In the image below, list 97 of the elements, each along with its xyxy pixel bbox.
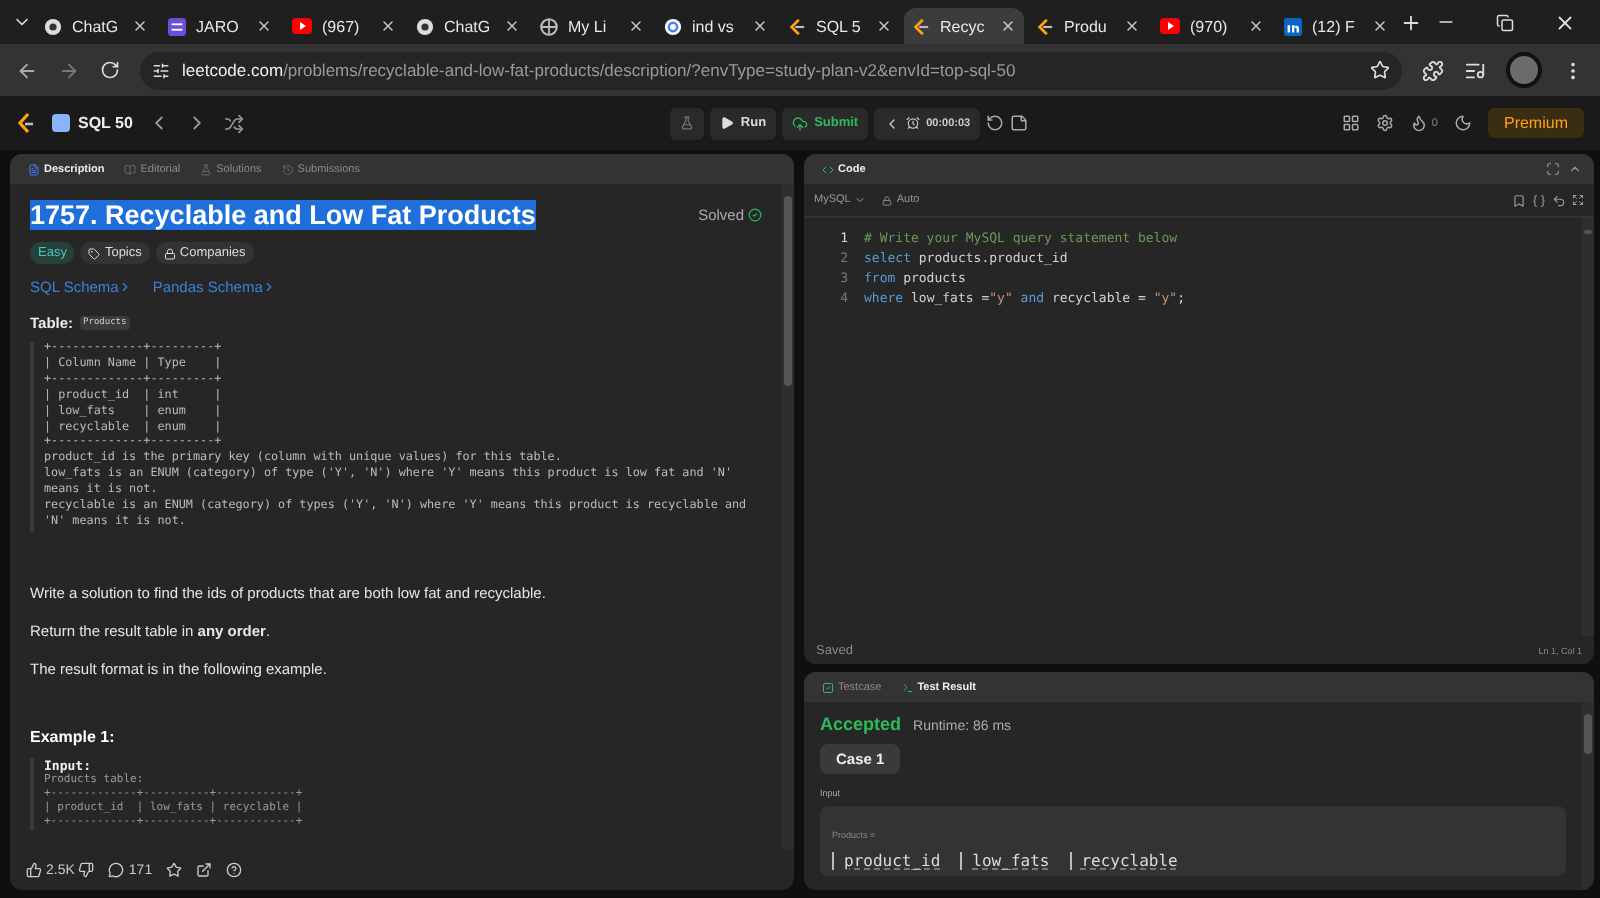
premium-button[interactable]: Premium [1487, 108, 1584, 138]
upload-icon [792, 115, 809, 131]
puzzle-icon[interactable] [1422, 59, 1444, 81]
lock-icon [163, 247, 176, 259]
alarm-clock-icon [906, 116, 921, 130]
shuffle-icon[interactable] [224, 113, 245, 133]
browser-tab[interactable]: (12) F [1276, 8, 1396, 44]
comment-icon[interactable] [108, 862, 125, 878]
help-icon[interactable] [226, 862, 243, 878]
debug-button[interactable] [670, 107, 705, 139]
maximize-icon[interactable] [1546, 162, 1560, 176]
table-header-cell: product_id [832, 852, 951, 870]
thumbs-down-icon[interactable] [78, 862, 95, 878]
globe-icon [540, 17, 558, 35]
close-icon[interactable] [752, 18, 768, 34]
lock-icon [882, 195, 893, 205]
tag-icon [88, 247, 101, 259]
share-icon[interactable] [196, 862, 213, 878]
chevron-right-icon [118, 280, 133, 294]
flask-icon [200, 163, 213, 175]
play-icon [292, 18, 312, 34]
document-icon [28, 163, 40, 175]
url-path: /problems/recyclable-and-low-fat-products/description/?envType=study-plan-v2&envId=top-sql-50 [283, 60, 1016, 80]
close-icon[interactable] [380, 18, 396, 34]
terminal-icon [901, 681, 914, 693]
browser-tab[interactable]: JARO [160, 8, 280, 44]
browser-tab[interactable]: (967) [284, 8, 404, 44]
restore-icon[interactable] [1496, 11, 1514, 33]
logo-icon[interactable] [16, 112, 36, 134]
browser-tab[interactable]: SQL 5 [780, 8, 900, 44]
table-header-cell: low_fats [960, 852, 1060, 870]
example-title: Example 1: [30, 727, 117, 746]
chevron-right-icon [262, 280, 277, 294]
chevron-logo-icon [788, 17, 806, 35]
avatar[interactable] [1506, 52, 1542, 88]
study-plan-icon [52, 114, 70, 132]
thumbs-up-icon[interactable] [26, 862, 42, 878]
forward-icon[interactable] [58, 59, 80, 81]
new-tab-button[interactable] [1400, 11, 1422, 33]
reset-icon[interactable] [986, 114, 1005, 132]
back-icon[interactable] [16, 59, 38, 81]
close-icon[interactable] [1000, 18, 1016, 34]
browser-tab[interactable]: Recyc [904, 8, 1024, 44]
code-icon [822, 163, 834, 175]
google-icon [664, 17, 682, 35]
browser-tab[interactable]: My Li [532, 8, 652, 44]
checkbox-icon [822, 681, 834, 693]
url-domain: leetcode.com [182, 60, 284, 80]
bookmark-icon[interactable] [1512, 193, 1526, 207]
flame-icon [1409, 114, 1428, 132]
flask-icon [680, 116, 695, 130]
browser-tab[interactable]: (970) [1152, 8, 1272, 44]
scrollbar[interactable] [782, 184, 794, 850]
braces-icon[interactable] [1532, 193, 1546, 207]
address-bar[interactable]: leetcode.com/problems/recyclable-and-low-fat-products/description/?envType=study-plan-v2&envId=top-sql-50 [140, 51, 1402, 89]
verdict: Accepted [820, 714, 902, 734]
chat-icon [416, 17, 434, 35]
plan-title[interactable]: SQL 50 [78, 114, 133, 132]
close-icon[interactable] [504, 18, 520, 34]
close-icon[interactable] [1248, 18, 1264, 34]
browser-tab[interactable]: Produ [1028, 8, 1148, 44]
play-icon [1160, 18, 1180, 34]
close-icon[interactable] [1372, 18, 1388, 34]
reload-icon[interactable] [100, 60, 120, 80]
history-icon [281, 163, 294, 175]
app-icon [168, 17, 186, 35]
scrollbar[interactable] [1582, 702, 1594, 890]
table-header-cell: recyclable [1069, 852, 1188, 870]
browser-tab[interactable]: ChatG [408, 8, 528, 44]
close-icon[interactable] [132, 18, 148, 34]
browser-tab[interactable]: ind vs [656, 8, 776, 44]
close-icon[interactable] [1124, 18, 1140, 34]
play-icon [720, 116, 735, 130]
star-icon[interactable] [166, 862, 183, 878]
problem-title: 1757. Recyclable and Low Fat Products [30, 200, 536, 230]
close-icon[interactable] [628, 18, 644, 34]
moon-icon[interactable] [1453, 114, 1472, 132]
settings-icon[interactable] [1375, 114, 1394, 132]
grid-icon[interactable] [1341, 114, 1360, 132]
scrollbar[interactable] [1582, 218, 1594, 636]
in-logo-icon [1284, 17, 1302, 35]
note-icon[interactable] [1010, 114, 1029, 132]
check-circle-icon [748, 208, 762, 222]
chevron-down-icon [854, 194, 867, 206]
chevron-logo-icon [1036, 17, 1054, 35]
star-icon[interactable] [1370, 60, 1390, 80]
close-icon[interactable] [256, 18, 272, 34]
browser-tab[interactable]: ChatG [36, 8, 156, 44]
close-icon[interactable] [1554, 11, 1576, 33]
collapse-icon[interactable] [1568, 162, 1582, 176]
close-icon[interactable] [876, 18, 892, 34]
book-icon [124, 163, 137, 175]
media-icon[interactable] [1464, 59, 1486, 81]
chat-icon [44, 17, 62, 35]
chevron-logo-icon [912, 17, 930, 35]
undo-icon[interactable] [1552, 193, 1566, 207]
site-settings-icon[interactable] [152, 61, 170, 79]
